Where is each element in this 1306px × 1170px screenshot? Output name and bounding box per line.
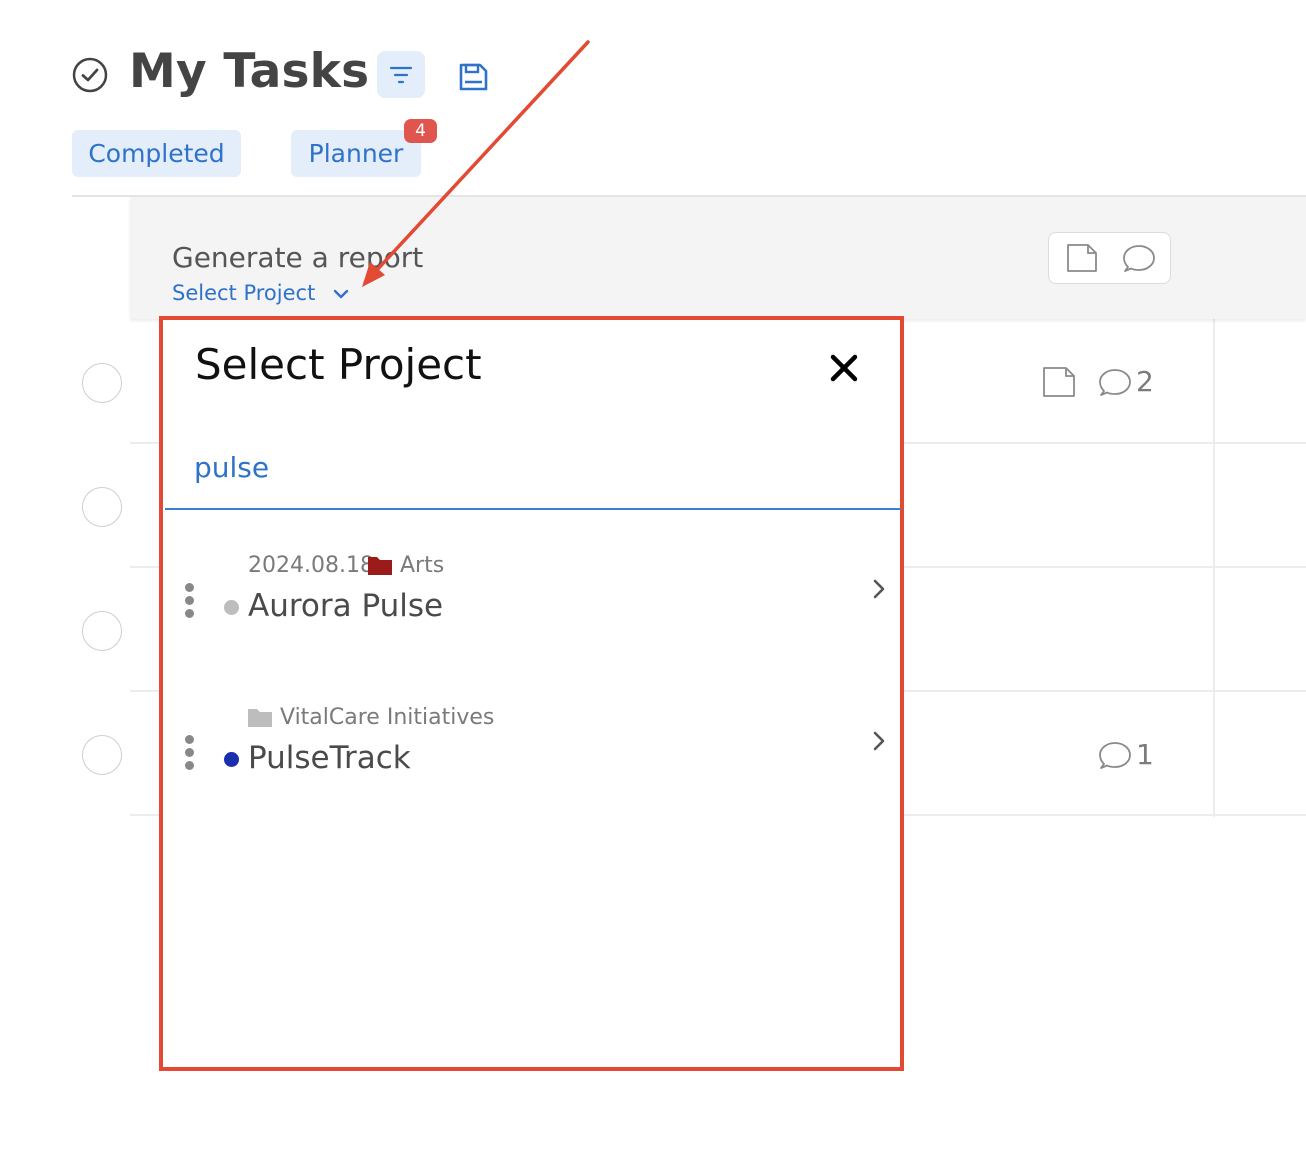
note-icon[interactable]: [1066, 243, 1098, 273]
task-complete-checkbox[interactable]: [82, 611, 122, 651]
chevron-down-icon[interactable]: [331, 284, 351, 304]
select-project-link[interactable]: Select Project: [172, 281, 315, 305]
project-folder: Arts: [400, 553, 445, 578]
project-search-input[interactable]: [194, 445, 874, 489]
task-complete-checkbox[interactable]: [82, 735, 122, 775]
project-name: Aurora Pulse: [248, 588, 444, 624]
chevron-right-icon[interactable]: [869, 730, 889, 752]
comment-icon[interactable]: [1122, 243, 1156, 273]
comment-icon[interactable]: [1098, 367, 1132, 397]
project-status-dot: [224, 752, 239, 767]
task-complete-checkbox[interactable]: [82, 487, 122, 527]
chevron-right-icon[interactable]: [869, 578, 889, 600]
circle-check-icon: [72, 57, 108, 93]
tab-planner[interactable]: Planner: [291, 130, 421, 177]
project-date: 2024.08.18: [248, 553, 374, 578]
dialog-title: Select Project: [195, 340, 482, 389]
comment-count: 1: [1136, 738, 1154, 771]
save-icon[interactable]: [456, 61, 490, 93]
drag-handle-icon[interactable]: [185, 583, 195, 622]
task-complete-checkbox[interactable]: [82, 363, 122, 403]
close-icon[interactable]: [823, 347, 865, 389]
folder-icon: [248, 709, 272, 727]
task-title[interactable]: Generate a report: [172, 241, 423, 274]
project-folder: VitalCare Initiatives: [280, 705, 495, 730]
project-status-dot: [224, 600, 239, 615]
search-underline: [165, 508, 901, 510]
page-title: My Tasks: [129, 44, 370, 99]
drag-handle-icon[interactable]: [185, 735, 195, 774]
filter-button[interactable]: [377, 51, 425, 98]
task-actions-group[interactable]: [1048, 232, 1171, 284]
note-icon[interactable]: [1042, 366, 1076, 398]
comment-icon[interactable]: [1098, 740, 1132, 770]
tab-completed[interactable]: Completed: [72, 130, 241, 177]
comment-count: 2: [1136, 365, 1154, 398]
folder-icon: [368, 557, 392, 575]
project-name: PulseTrack: [248, 740, 411, 776]
filter-icon: [389, 66, 413, 84]
planner-count-badge: 4: [404, 119, 437, 143]
